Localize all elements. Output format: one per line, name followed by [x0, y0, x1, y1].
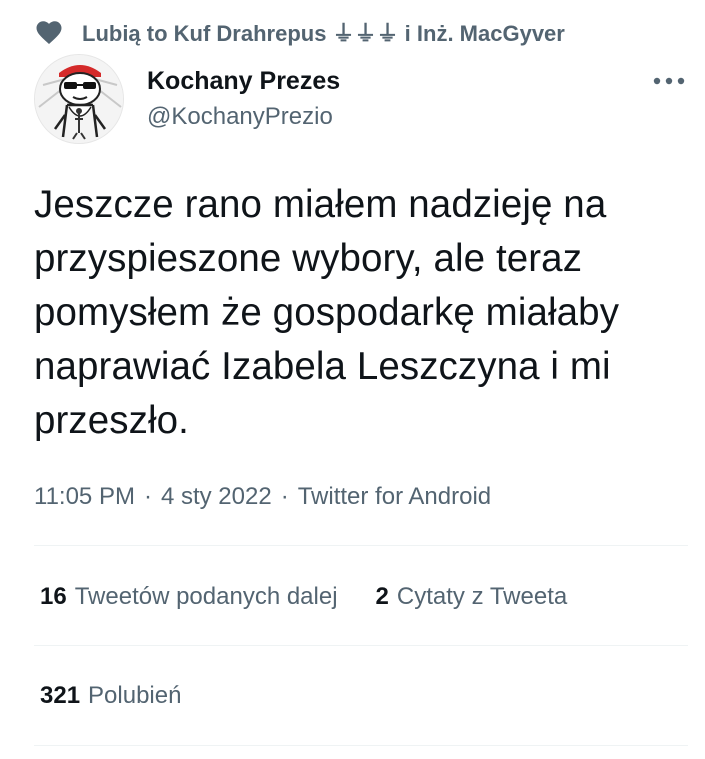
divider [34, 545, 688, 546]
social-context[interactable]: Lubią to Kuf Drahrepus ⏚⏚⏚ i Inż. MacGyv… [34, 16, 565, 48]
quotes-stat[interactable]: 2 Cytaty z Tweeta [376, 583, 568, 611]
stats-row-retweets-quotes: 16 Tweetów podanych dalej 2 Cytaty z Twe… [40, 577, 567, 617]
social-context-text[interactable]: Lubią to Kuf Drahrepus ⏚⏚⏚ i Inż. MacGyv… [82, 16, 565, 48]
user-handle[interactable]: @KochanyPrezio [147, 102, 340, 132]
retweets-count: 16 [40, 583, 67, 610]
author-names: Kochany Prezes @KochanyPrezio [147, 66, 340, 132]
tweet-date[interactable]: 4 sty 2022 [161, 483, 272, 511]
retweets-stat[interactable]: 16 Tweetów podanych dalej [40, 583, 338, 611]
heart-icon [34, 17, 64, 47]
tweet-time[interactable]: 11:05 PM [34, 483, 135, 511]
tweet-header: Kochany Prezes @KochanyPrezio [34, 54, 689, 148]
tweet-text: Jeszcze rano miałem nadzieję na przyspie… [34, 183, 620, 442]
divider [34, 645, 688, 646]
quotes-label: Cytaty z Tweeta [396, 583, 568, 610]
likes-label: Polubień [88, 682, 182, 709]
tweet-meta: 11:05 PM · 4 sty 2022 · Twitter for Andr… [34, 480, 491, 514]
quotes-count: 2 [375, 583, 389, 610]
retweets-label: Tweetów podanych dalej [74, 583, 338, 610]
more-button[interactable] [649, 66, 689, 96]
display-name[interactable]: Kochany Prezes [147, 66, 340, 96]
more-dots-icon [653, 72, 685, 90]
divider [34, 745, 688, 746]
meta-separator: · [143, 483, 152, 510]
stats-row-likes: 321 Polubień [40, 676, 181, 716]
likes-count: 321 [40, 682, 81, 709]
tweet-source[interactable]: Twitter for Android [298, 483, 491, 511]
avatar[interactable] [34, 54, 124, 144]
likes-stat[interactable]: 321 Polubień [40, 682, 181, 710]
meta-separator: · [280, 483, 289, 510]
